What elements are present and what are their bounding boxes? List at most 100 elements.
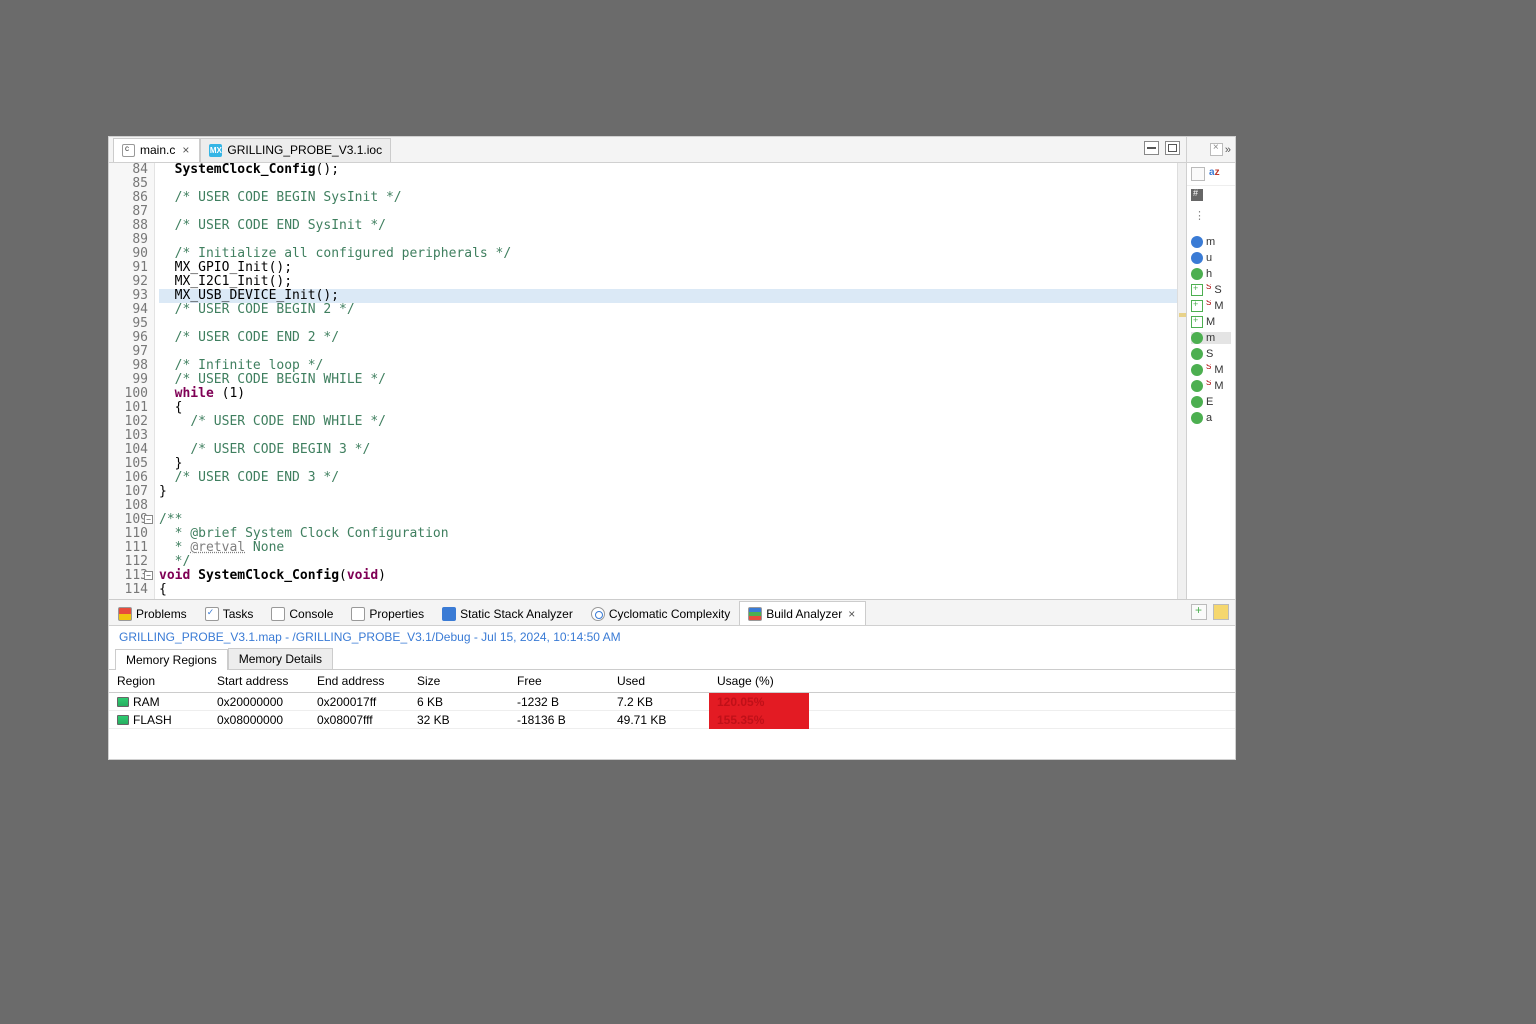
tasks-icon [205, 607, 219, 621]
col-used[interactable]: Used [609, 672, 709, 690]
code-line[interactable]: SystemClock_Config(); [159, 163, 1177, 177]
code-line[interactable] [159, 233, 1177, 247]
minimize-button[interactable] [1144, 141, 1159, 155]
code-content[interactable]: SystemClock_Config(); /* USER CODE BEGIN… [155, 163, 1177, 599]
code-line[interactable]: /* Initialize all configured peripherals… [159, 247, 1177, 261]
outline-label: M [1214, 364, 1223, 376]
code-line[interactable]: */ [159, 555, 1177, 569]
tab-tasks[interactable]: Tasks [196, 601, 263, 625]
tab-console[interactable]: Console [262, 601, 342, 625]
memory-table: Region Start address End address Size Fr… [109, 670, 1235, 729]
code-line[interactable]: /* USER CODE BEGIN SysInit */ [159, 191, 1177, 205]
code-line[interactable]: MX_I2C1_Init(); [159, 275, 1177, 289]
code-line[interactable]: /* Infinite loop */ [159, 359, 1177, 373]
outline-label: m [1206, 332, 1215, 344]
fold-icon[interactable]: − [144, 515, 153, 524]
subtab-memory-regions[interactable]: Memory Regions [115, 649, 228, 670]
code-line[interactable]: /* USER CODE BEGIN 2 */ [159, 303, 1177, 317]
sort-az-icon[interactable]: az [1209, 167, 1220, 181]
table-row[interactable]: FLASH0x080000000x08007fff32 KB-18136 B49… [109, 711, 1235, 729]
code-line[interactable] [159, 205, 1177, 219]
code-line[interactable]: while (1) [159, 387, 1177, 401]
add-view-button[interactable] [1191, 604, 1207, 620]
build-icon [748, 607, 762, 621]
tab-properties[interactable]: Properties [342, 601, 433, 625]
collapse-icon[interactable] [1191, 167, 1205, 181]
code-line[interactable]: } [159, 485, 1177, 499]
bottom-panel: Problems Tasks Console Properties Static… [109, 599, 1235, 759]
outline-label: a [1206, 412, 1212, 424]
code-line[interactable]: { [159, 583, 1177, 597]
outline-icon [1191, 300, 1203, 312]
col-usage[interactable]: Usage (%) [709, 672, 809, 690]
subtab-memory-details[interactable]: Memory Details [228, 648, 333, 669]
editor-tab-ioc[interactable]: MX GRILLING_PROBE_V3.1.ioc [200, 138, 391, 162]
chevron-right-icon[interactable]: » [1225, 144, 1231, 156]
usage-cell: 155.35% [709, 711, 809, 729]
usage-cell: 120.05% [709, 693, 809, 711]
outline-item[interactable]: a [1191, 412, 1231, 424]
code-line[interactable]: /* USER CODE END WHILE */ [159, 415, 1177, 429]
code-line[interactable]: /* USER CODE BEGIN WHILE */ [159, 373, 1177, 387]
outline-item[interactable]: SM [1191, 364, 1231, 376]
col-end[interactable]: End address [309, 672, 409, 690]
code-line[interactable]: /* USER CODE END 3 */ [159, 471, 1177, 485]
code-line[interactable]: MX_GPIO_Init(); [159, 261, 1177, 275]
outline-item[interactable]: SM [1191, 300, 1231, 312]
outline-icon [1191, 348, 1203, 360]
outline-item[interactable]: SS [1191, 284, 1231, 296]
code-line[interactable]: /* USER CODE END 2 */ [159, 331, 1177, 345]
overview-ruler[interactable] [1177, 163, 1186, 599]
code-line[interactable]: MX_USB_DEVICE_Init(); [159, 289, 1177, 303]
code-line[interactable]: * @retval None [159, 541, 1177, 555]
col-size[interactable]: Size [409, 672, 509, 690]
code-line[interactable]: /* USER CODE END SysInit */ [159, 219, 1177, 233]
refresh-button[interactable] [1213, 604, 1229, 620]
outline-icon [1191, 236, 1203, 248]
outline-icon [1191, 252, 1203, 264]
outline-label: h [1206, 268, 1212, 280]
table-header: Region Start address End address Size Fr… [109, 670, 1235, 693]
dots-icon [1191, 211, 1203, 223]
code-line[interactable]: { [159, 401, 1177, 415]
maximize-button[interactable] [1165, 141, 1180, 155]
outline-item[interactable]: M [1191, 316, 1231, 328]
code-line[interactable]: } [159, 457, 1177, 471]
close-icon[interactable]: × [180, 143, 191, 157]
col-free[interactable]: Free [509, 672, 609, 690]
outline-icon [1191, 380, 1203, 392]
outline-label: S [1214, 284, 1221, 296]
close-icon[interactable]: × [1210, 143, 1223, 156]
code-line[interactable] [159, 345, 1177, 359]
tab-static-stack[interactable]: Static Stack Analyzer [433, 601, 582, 625]
code-line[interactable] [159, 317, 1177, 331]
code-line[interactable] [159, 177, 1177, 191]
code-editor[interactable]: 8485868788899091929394959697989910010110… [109, 163, 1186, 599]
outline-item[interactable]: h [1191, 268, 1231, 280]
code-line[interactable]: * @brief System Clock Configuration [159, 527, 1177, 541]
tab-cyclomatic[interactable]: Cyclomatic Complexity [582, 601, 739, 625]
table-row[interactable]: RAM0x200000000x200017ff6 KB-1232 B7.2 KB… [109, 693, 1235, 711]
code-line[interactable]: /** [159, 513, 1177, 527]
outline-item[interactable]: E [1191, 396, 1231, 408]
region-name: FLASH [133, 713, 172, 727]
tab-build-analyzer[interactable]: Build Analyzer× [739, 601, 866, 625]
col-region[interactable]: Region [109, 672, 209, 690]
code-line[interactable] [159, 429, 1177, 443]
fold-icon[interactable]: − [144, 571, 153, 580]
close-icon[interactable]: × [846, 607, 857, 621]
outline-icon [1191, 412, 1203, 424]
outline-item[interactable]: m [1191, 332, 1231, 344]
code-line[interactable]: /* USER CODE BEGIN 3 */ [159, 443, 1177, 457]
outline-item[interactable]: SM [1191, 380, 1231, 392]
code-line[interactable] [159, 499, 1177, 513]
editor-tab-main-c[interactable]: main.c × [113, 138, 200, 162]
outline-item[interactable]: m [1191, 236, 1231, 248]
hash-icon[interactable] [1191, 189, 1203, 201]
outline-item[interactable]: S [1191, 348, 1231, 360]
tab-problems[interactable]: Problems [109, 601, 196, 625]
code-line[interactable]: void SystemClock_Config(void) [159, 569, 1177, 583]
col-start[interactable]: Start address [209, 672, 309, 690]
tab-label: main.c [140, 143, 175, 157]
outline-item[interactable]: u [1191, 252, 1231, 264]
